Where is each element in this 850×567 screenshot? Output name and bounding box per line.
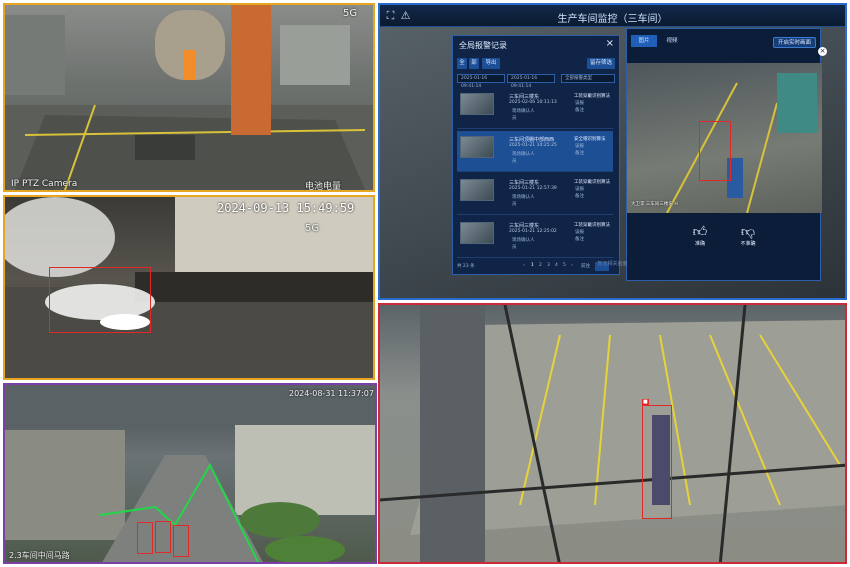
person-detection-box-1 (137, 522, 153, 554)
dialog-title: 全局报警记录 (459, 41, 507, 50)
timestamp-overlay: 2024-09-13 15:49:59 (217, 201, 355, 215)
camera-feed-bottom-left[interactable]: 2024-08-31 11:37:07 2.3车间中间马路 (3, 383, 377, 564)
record-note[interactable]: 备注 (575, 107, 584, 113)
thumbs-up-icon: 👍︎ (692, 224, 708, 240)
record-time: 2025-02-06 10:11:13 (509, 100, 557, 105)
record-status-2: 员 (512, 202, 517, 207)
record-status-2: 员 (512, 245, 517, 250)
person-detection-box-2 (155, 521, 171, 553)
person-detection-box (699, 121, 731, 181)
smoke-detection-box (49, 267, 151, 333)
record-status: 现场确认人 (512, 195, 535, 200)
record-thumbnail (460, 93, 494, 115)
select-partial-button[interactable]: 部 (469, 58, 479, 69)
record-flag[interactable]: 误报 (575, 229, 584, 235)
alarm-record-row[interactable]: 三车间三楼东 2025-01-21 12:25:02 现场确认人 员 工装穿戴识… (457, 217, 613, 258)
record-note[interactable]: 备注 (575, 150, 584, 156)
camera-feed-bottom-right[interactable]: ■ (378, 303, 847, 564)
camera-feed-top-left[interactable]: IP PTZ Camera 电池电量 5G (3, 3, 375, 192)
alarm-record-row-selected[interactable]: 三车间顶棚中部西西 2025-01-21 14:25:25 现场确认人 员 安全… (457, 131, 613, 172)
alarm-record-row[interactable]: 三车间三楼东 2025-01-21 12:57:39 现场确认人 员 工装穿戴识… (457, 174, 613, 215)
end-date-field[interactable]: 2025-01-16 09:41:14 (507, 74, 555, 89)
confirm-label: 准确 (694, 241, 705, 247)
tab-image[interactable]: 图片 (631, 35, 657, 47)
record-status: 现场确认人 (512, 152, 535, 157)
record-status: 现场确认人 (512, 109, 535, 114)
record-type: 工装穿戴识别算法 (574, 180, 610, 185)
record-type: 安全帽识别算法 (574, 137, 606, 142)
record-thumbnail (460, 136, 494, 158)
workshop-scene-graphic (5, 5, 373, 190)
select-all-button[interactable]: 全 (457, 58, 467, 69)
record-location: 三车间三楼东 (509, 223, 540, 229)
record-type: 工装穿戴识别算法 (574, 223, 610, 228)
record-status: 现场确认人 (512, 238, 535, 243)
record-time: 2025-01-21 12:57:39 (509, 186, 557, 191)
thumbs-down-icon: 👎︎ (740, 224, 756, 240)
camera-feed-mid-left[interactable]: 2024-09-13 15:49:59 5G (3, 195, 375, 380)
alarm-snapshot: 大卫李 三车间三楼东 H (627, 63, 822, 213)
no-footage-note: 暂无相关画面 (597, 261, 628, 267)
record-location: 三车间顶棚中部西西 (509, 137, 555, 143)
record-thumbnail (460, 179, 494, 201)
filter-button[interactable]: 留存筛选 (587, 58, 615, 69)
location-label: 2.3车间中间马路 (9, 551, 70, 560)
record-time: 2025-01-21 14:25:25 (509, 143, 557, 148)
close-detail-icon[interactable]: × (818, 47, 827, 56)
parking-scene-graphic (380, 305, 845, 562)
live-view-button[interactable]: 开启实时画面 (772, 37, 816, 48)
record-type: 工装穿戴识别算法 (574, 94, 610, 99)
confirm-accurate-button[interactable]: 👍︎ 准确 (685, 224, 715, 247)
signal-indicator: 5G (305, 223, 320, 234)
record-time: 2025-01-21 12:25:02 (509, 229, 557, 234)
reject-label: 不准确 (740, 241, 756, 247)
export-button[interactable]: 导出 (482, 58, 500, 69)
record-note[interactable]: 备注 (575, 193, 584, 199)
person-detection-box (642, 405, 672, 519)
alarm-records-dialog: 全局报警记录 × 全 部 导出 留存筛选 2025-01-16 09:41:14… (452, 35, 620, 275)
start-date-field[interactable]: 2025-01-16 09:41:14 (457, 74, 505, 89)
close-icon[interactable]: × (606, 38, 614, 49)
battery-label: 电池电量 (305, 182, 342, 192)
record-location: 三车间三楼东 (509, 94, 540, 100)
app-title: 生产车间监控（三车间） (557, 14, 668, 25)
record-status-2: 员 (512, 159, 517, 164)
camera-label: IP PTZ Camera (11, 179, 78, 189)
signal-indicator: 5G (343, 8, 358, 19)
tab-video[interactable]: 视频 (659, 35, 685, 47)
record-thumbnail (460, 222, 494, 244)
snapshot-caption: 大卫李 三车间三楼东 H (631, 202, 678, 207)
road-scene-graphic (5, 385, 375, 562)
detection-tag: ■ (642, 399, 649, 405)
alarm-record-row[interactable]: 三车间三楼东 2025-02-06 10:11:13 现场确认人 员 工装穿戴识… (457, 88, 613, 129)
monitor-app-window: ⛶ ⚠ 生产车间监控（三车间） 全局报警记录 × 全 部 导出 留存筛选 202… (378, 3, 847, 300)
mark-inaccurate-button[interactable]: 👎︎ 不准确 (733, 224, 763, 247)
alarm-detail-panel: 图片 视频 开启实时画面 大卫李 三车间三楼东 H 👍︎ 准确 👎︎ 不准确 (626, 28, 822, 281)
record-location: 三车间三楼东 (509, 180, 540, 186)
record-flag[interactable]: 误报 (575, 186, 584, 192)
alarm-type-select[interactable]: 全部报警类型 (561, 74, 615, 83)
person-detection-box-3 (173, 525, 189, 557)
record-flag[interactable]: 误报 (575, 143, 584, 149)
record-note[interactable]: 备注 (575, 236, 584, 242)
app-header: ⛶ ⚠ 生产车间监控（三车间） (380, 5, 845, 27)
record-flag[interactable]: 误报 (575, 100, 584, 106)
record-status-2: 员 (512, 116, 517, 121)
timestamp-overlay: 2024-08-31 11:37:07 (289, 389, 374, 398)
